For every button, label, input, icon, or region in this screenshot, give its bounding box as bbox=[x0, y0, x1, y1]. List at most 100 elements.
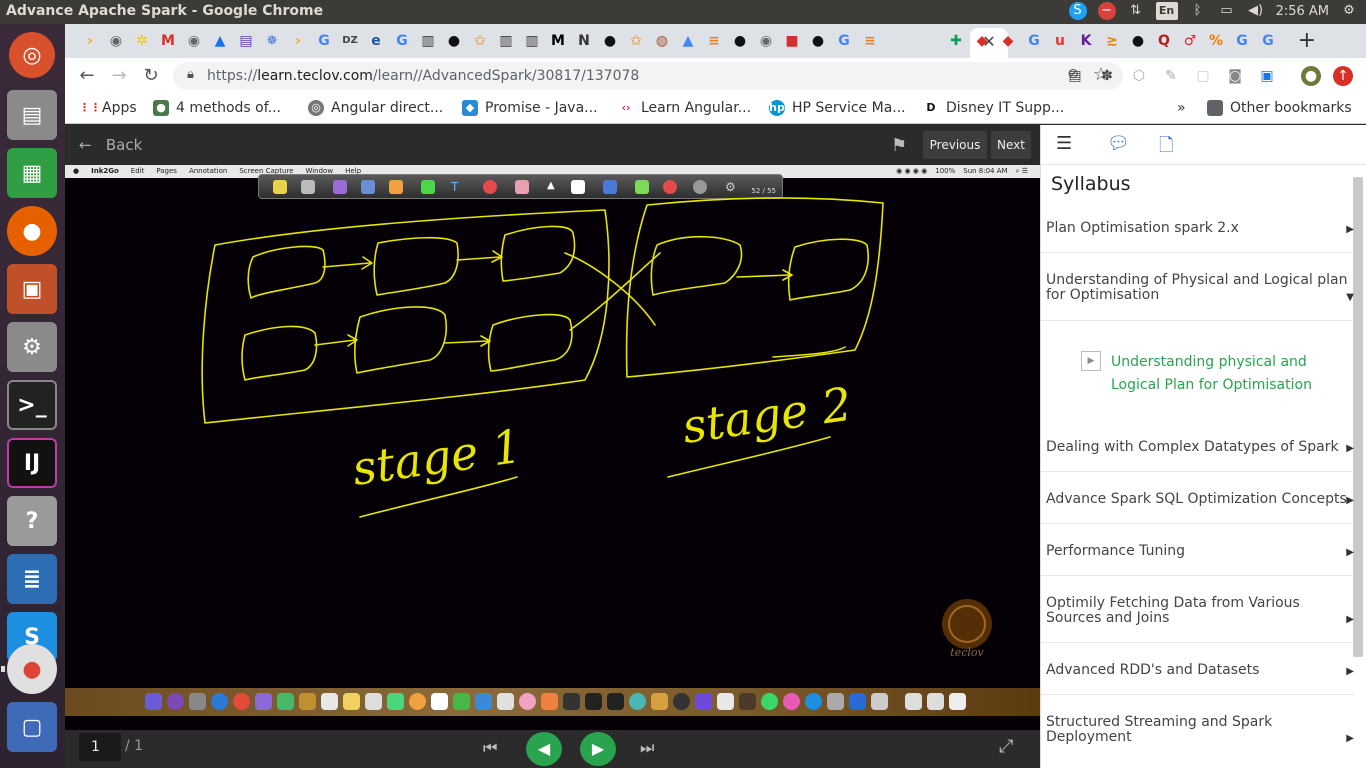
forms-tab-icon[interactable]: ▤ bbox=[235, 30, 257, 52]
ubuntu-dash-icon[interactable]: ◎ bbox=[9, 32, 55, 78]
tab-icon-23[interactable]: ◍ bbox=[651, 30, 673, 52]
url-text[interactable]: https://learn.teclov.com/learn//Advanced… bbox=[207, 68, 639, 84]
panel-scrollbar[interactable] bbox=[1353, 177, 1363, 657]
bluetooth-icon[interactable]: ᛒ bbox=[1189, 2, 1207, 20]
input-method-indicator[interactable]: En bbox=[1155, 2, 1178, 20]
writer-icon[interactable]: ≣ bbox=[7, 554, 57, 604]
play-button[interactable]: ▶ bbox=[580, 732, 616, 766]
tab-icon-43[interactable]: % bbox=[1205, 30, 1227, 52]
tab-icon-37[interactable]: u bbox=[1049, 30, 1071, 52]
new-tab-button[interactable]: + bbox=[1298, 28, 1316, 53]
bookmark-apps[interactable]: ⋮⋮ Apps bbox=[79, 100, 137, 116]
google-tab-icon-4[interactable]: G bbox=[1023, 30, 1045, 52]
page-number-input[interactable]: 1 bbox=[79, 733, 121, 761]
syllabus-section[interactable]: Dealing with Complex Datatypes of Spark bbox=[1046, 440, 1351, 455]
kubernetes-tab-icon[interactable]: ✵ bbox=[261, 30, 283, 52]
medium-tab-icon[interactable]: M bbox=[547, 30, 569, 52]
bookmark-promise-java[interactable]: ◆ Promise - Java... bbox=[462, 100, 598, 116]
bookmark-angular-direct[interactable]: ◎ Angular direct... bbox=[308, 100, 443, 116]
google-tab-icon-5[interactable]: G bbox=[1231, 30, 1253, 52]
forward-arrow-icon[interactable]: → bbox=[107, 65, 131, 87]
syllabus-section[interactable]: Advanced RDD's and Datasets bbox=[1046, 663, 1351, 678]
network-arrows-icon[interactable]: ⇅ bbox=[1127, 2, 1145, 20]
terminal-icon[interactable]: >_ bbox=[7, 380, 57, 430]
rewind-button[interactable]: ◀ bbox=[526, 732, 562, 766]
back-link[interactable]: ← Back bbox=[79, 136, 142, 154]
github-tab-icon-5[interactable]: ● bbox=[1127, 30, 1149, 52]
clock[interactable]: 2:56 AM bbox=[1276, 4, 1329, 19]
extension-pin-icon[interactable]: ✎ bbox=[1161, 66, 1181, 86]
github-tab-icon[interactable]: ● bbox=[443, 30, 465, 52]
stackoverflow-tab-icon[interactable]: ≡ bbox=[703, 30, 725, 52]
stack-tab-icon-2[interactable]: ◆ bbox=[997, 30, 1019, 52]
presentation-icon[interactable]: ▣ bbox=[7, 264, 57, 314]
tab-icon-42[interactable]: ♂ bbox=[1179, 30, 1201, 52]
chevron-right-icon[interactable]: ▶ bbox=[1346, 495, 1354, 506]
bookmark-disney-it[interactable]: D Disney IT Supp... bbox=[923, 100, 1064, 116]
stack-tab-icon[interactable]: ◆ bbox=[971, 30, 993, 52]
google-tab-icon-3[interactable]: G bbox=[833, 30, 855, 52]
chevron-right-icon[interactable]: ▶ bbox=[1346, 614, 1354, 625]
sheets-tab-icon[interactable]: ✚ bbox=[945, 30, 967, 52]
next-button[interactable]: Next bbox=[991, 131, 1031, 159]
blocked-tray-icon[interactable]: − bbox=[1097, 2, 1116, 20]
bookmark-learn-angular[interactable]: ‹› Learn Angular... bbox=[618, 100, 751, 116]
tab-icon-9[interactable]: › bbox=[287, 30, 309, 52]
tab-icon-5[interactable]: ◉ bbox=[183, 30, 205, 52]
chevron-right-icon[interactable]: ▶ bbox=[1346, 733, 1354, 744]
github-tab-icon-2[interactable]: ● bbox=[599, 30, 621, 52]
intellij-icon[interactable]: IJ bbox=[7, 438, 57, 488]
chevron-right-icon[interactable]: ▶ bbox=[1346, 666, 1354, 677]
spreadsheet-icon[interactable]: ▦ bbox=[7, 148, 57, 198]
chrome-icon[interactable]: ● bbox=[1, 644, 57, 694]
chevron-right-icon[interactable]: ▶ bbox=[1346, 224, 1354, 235]
tab-icon-39[interactable]: ≳ bbox=[1101, 30, 1123, 52]
google-tab-icon-2[interactable]: G bbox=[391, 30, 413, 52]
firefox-icon[interactable]: ● bbox=[7, 206, 57, 256]
book-tab-icon[interactable]: ▥ bbox=[417, 30, 439, 52]
system-settings-icon[interactable]: ⚙ bbox=[7, 322, 57, 372]
address-bar[interactable]: 🔒︎ https://learn.teclov.com/learn//Advan… bbox=[173, 62, 1123, 90]
syllabus-section[interactable]: Structured Streaming and Spark Deploymen… bbox=[1046, 715, 1351, 745]
tab-icon-27[interactable]: ◉ bbox=[755, 30, 777, 52]
extension-hex-icon[interactable]: ⬡ bbox=[1129, 66, 1149, 86]
star-tab-icon-2[interactable]: ✩ bbox=[625, 30, 647, 52]
syllabus-section[interactable]: Performance Tuning bbox=[1046, 544, 1351, 559]
quora-tab-icon[interactable]: Q bbox=[1153, 30, 1175, 52]
reload-icon[interactable]: ↻ bbox=[139, 65, 163, 87]
syllabus-section[interactable]: Optimily Fetching Data from Various Sour… bbox=[1046, 596, 1351, 626]
flag-icon[interactable]: ⚑ bbox=[891, 135, 907, 156]
update-menu-icon[interactable]: ↑ bbox=[1333, 66, 1353, 86]
syllabus-section[interactable]: Advance Spark SQL Optimization Concepts bbox=[1046, 492, 1351, 507]
gmail-tab-icon[interactable]: M bbox=[157, 30, 179, 52]
extension-paw-icon[interactable]: ✽ bbox=[1097, 66, 1117, 86]
skip-back-icon[interactable]: ⏮ bbox=[483, 738, 497, 758]
battery-icon[interactable]: ▭ bbox=[1218, 2, 1236, 20]
drive-tab-icon[interactable]: ▲ bbox=[209, 30, 231, 52]
bookmarks-overflow-button[interactable]: » bbox=[1177, 100, 1186, 116]
github-tab-icon-4[interactable]: ● bbox=[807, 30, 829, 52]
tab-icon-2[interactable]: ◉ bbox=[105, 30, 127, 52]
volume-icon[interactable]: ◀) bbox=[1247, 2, 1265, 20]
skype-tray-icon[interactable]: S bbox=[1068, 2, 1087, 20]
bookmark-4-methods[interactable]: ● 4 methods of... bbox=[153, 100, 281, 116]
extension-doc-icon[interactable]: ▤ bbox=[1065, 66, 1085, 86]
tab-icon-3[interactable]: ✲ bbox=[131, 30, 153, 52]
discussion-chat-icon[interactable]: 💬︎ bbox=[1107, 133, 1130, 154]
tab-icon-38[interactable]: K bbox=[1075, 30, 1097, 52]
chevron-right-icon[interactable]: ▶ bbox=[1346, 443, 1354, 454]
google-tab-icon-6[interactable]: G bbox=[1257, 30, 1279, 52]
google-tab-icon[interactable]: G bbox=[313, 30, 335, 52]
files-icon[interactable]: ▤ bbox=[7, 90, 57, 140]
star-tab-icon[interactable]: ✩ bbox=[469, 30, 491, 52]
previous-button[interactable]: Previous bbox=[923, 131, 987, 159]
syllabus-list-icon[interactable]: ☰ bbox=[1056, 133, 1072, 154]
chevron-down-icon[interactable]: ▼ bbox=[1346, 292, 1354, 303]
tab-icon-1[interactable]: › bbox=[79, 30, 101, 52]
settings-gear-icon[interactable]: ⚙ bbox=[1340, 2, 1358, 20]
tab-icon-12[interactable]: e bbox=[365, 30, 387, 52]
profile-avatar[interactable]: ● bbox=[1301, 66, 1321, 86]
syllabus-section[interactable]: Plan Optimisation spark 2.x bbox=[1046, 221, 1351, 236]
book-tab-icon-3[interactable]: ▥ bbox=[521, 30, 543, 52]
tab-icon-28[interactable]: ■ bbox=[781, 30, 803, 52]
